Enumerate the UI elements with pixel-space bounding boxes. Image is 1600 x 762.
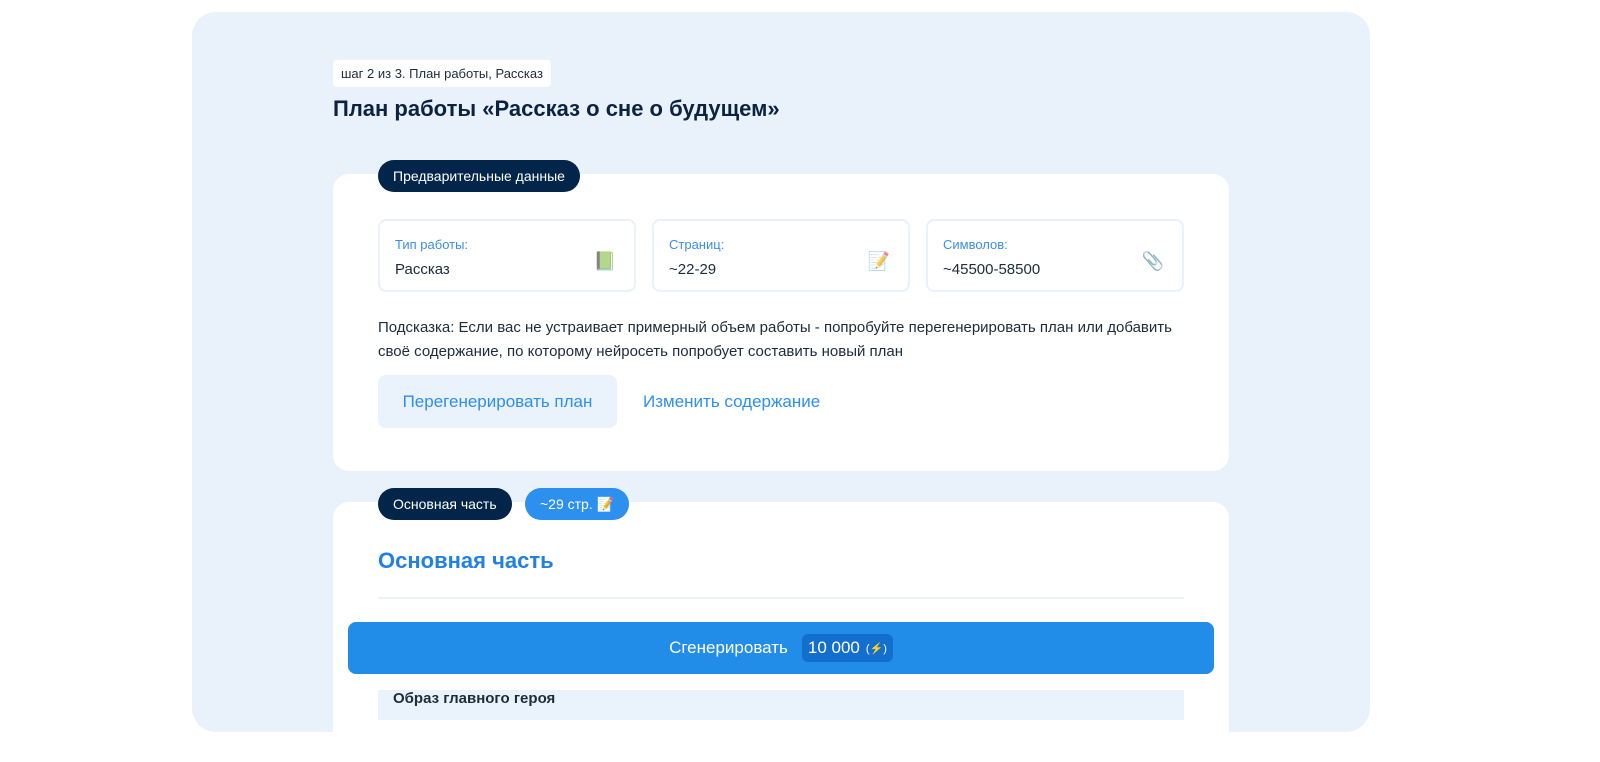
book-icon: 📗 <box>593 251 616 271</box>
memo-icon: 📝 <box>867 251 890 271</box>
field-label: Страниц: <box>669 237 725 252</box>
pages-badge: ~29 стр. 📝 <box>525 488 630 520</box>
main-part-badge: Основная часть <box>378 488 512 520</box>
preliminary-badge: Предварительные данные <box>378 160 580 192</box>
regenerate-plan-button[interactable]: Перегенерировать план <box>378 375 617 428</box>
cost-badge: 10 000 (⚡) <box>801 634 893 662</box>
cost-value: 10 000 <box>807 638 860 657</box>
section-heading: Основная часть <box>378 548 554 573</box>
work-type-field: Тип работы: Рассказ 📗 <box>378 219 636 292</box>
edit-content-link[interactable]: Изменить содержание <box>643 375 820 428</box>
preliminary-card: Предварительные данные Тип работы: Расск… <box>333 160 1229 471</box>
field-label: Символов: <box>943 237 1008 252</box>
divider <box>378 597 1184 599</box>
hint-text: Подсказка: Если вас не устраивает пример… <box>378 319 1172 360</box>
generate-button[interactable]: Сгенерировать 10 000 (⚡) <box>348 622 1214 674</box>
subsection-heading: Образ главного героя <box>378 690 1184 720</box>
generate-label: Сгенерировать <box>669 638 788 657</box>
field-value: ~22-29 <box>669 261 717 278</box>
chars-field: Символов: ~45500-58500 📎 <box>926 219 1184 292</box>
step-indicator: шаг 2 из 3. План работы, Рассказ <box>333 60 551 87</box>
field-value: Рассказ <box>395 261 450 278</box>
pages-field: Страниц: ~22-29 📝 <box>652 219 910 292</box>
page-title: План работы «Рассказ о сне о будущем» <box>333 96 780 121</box>
paperclip-icon: 📎 <box>1141 251 1164 271</box>
field-label: Тип работы: <box>395 237 469 252</box>
energy-icon: (⚡) <box>865 642 887 655</box>
field-value: ~45500-58500 <box>943 261 1041 278</box>
